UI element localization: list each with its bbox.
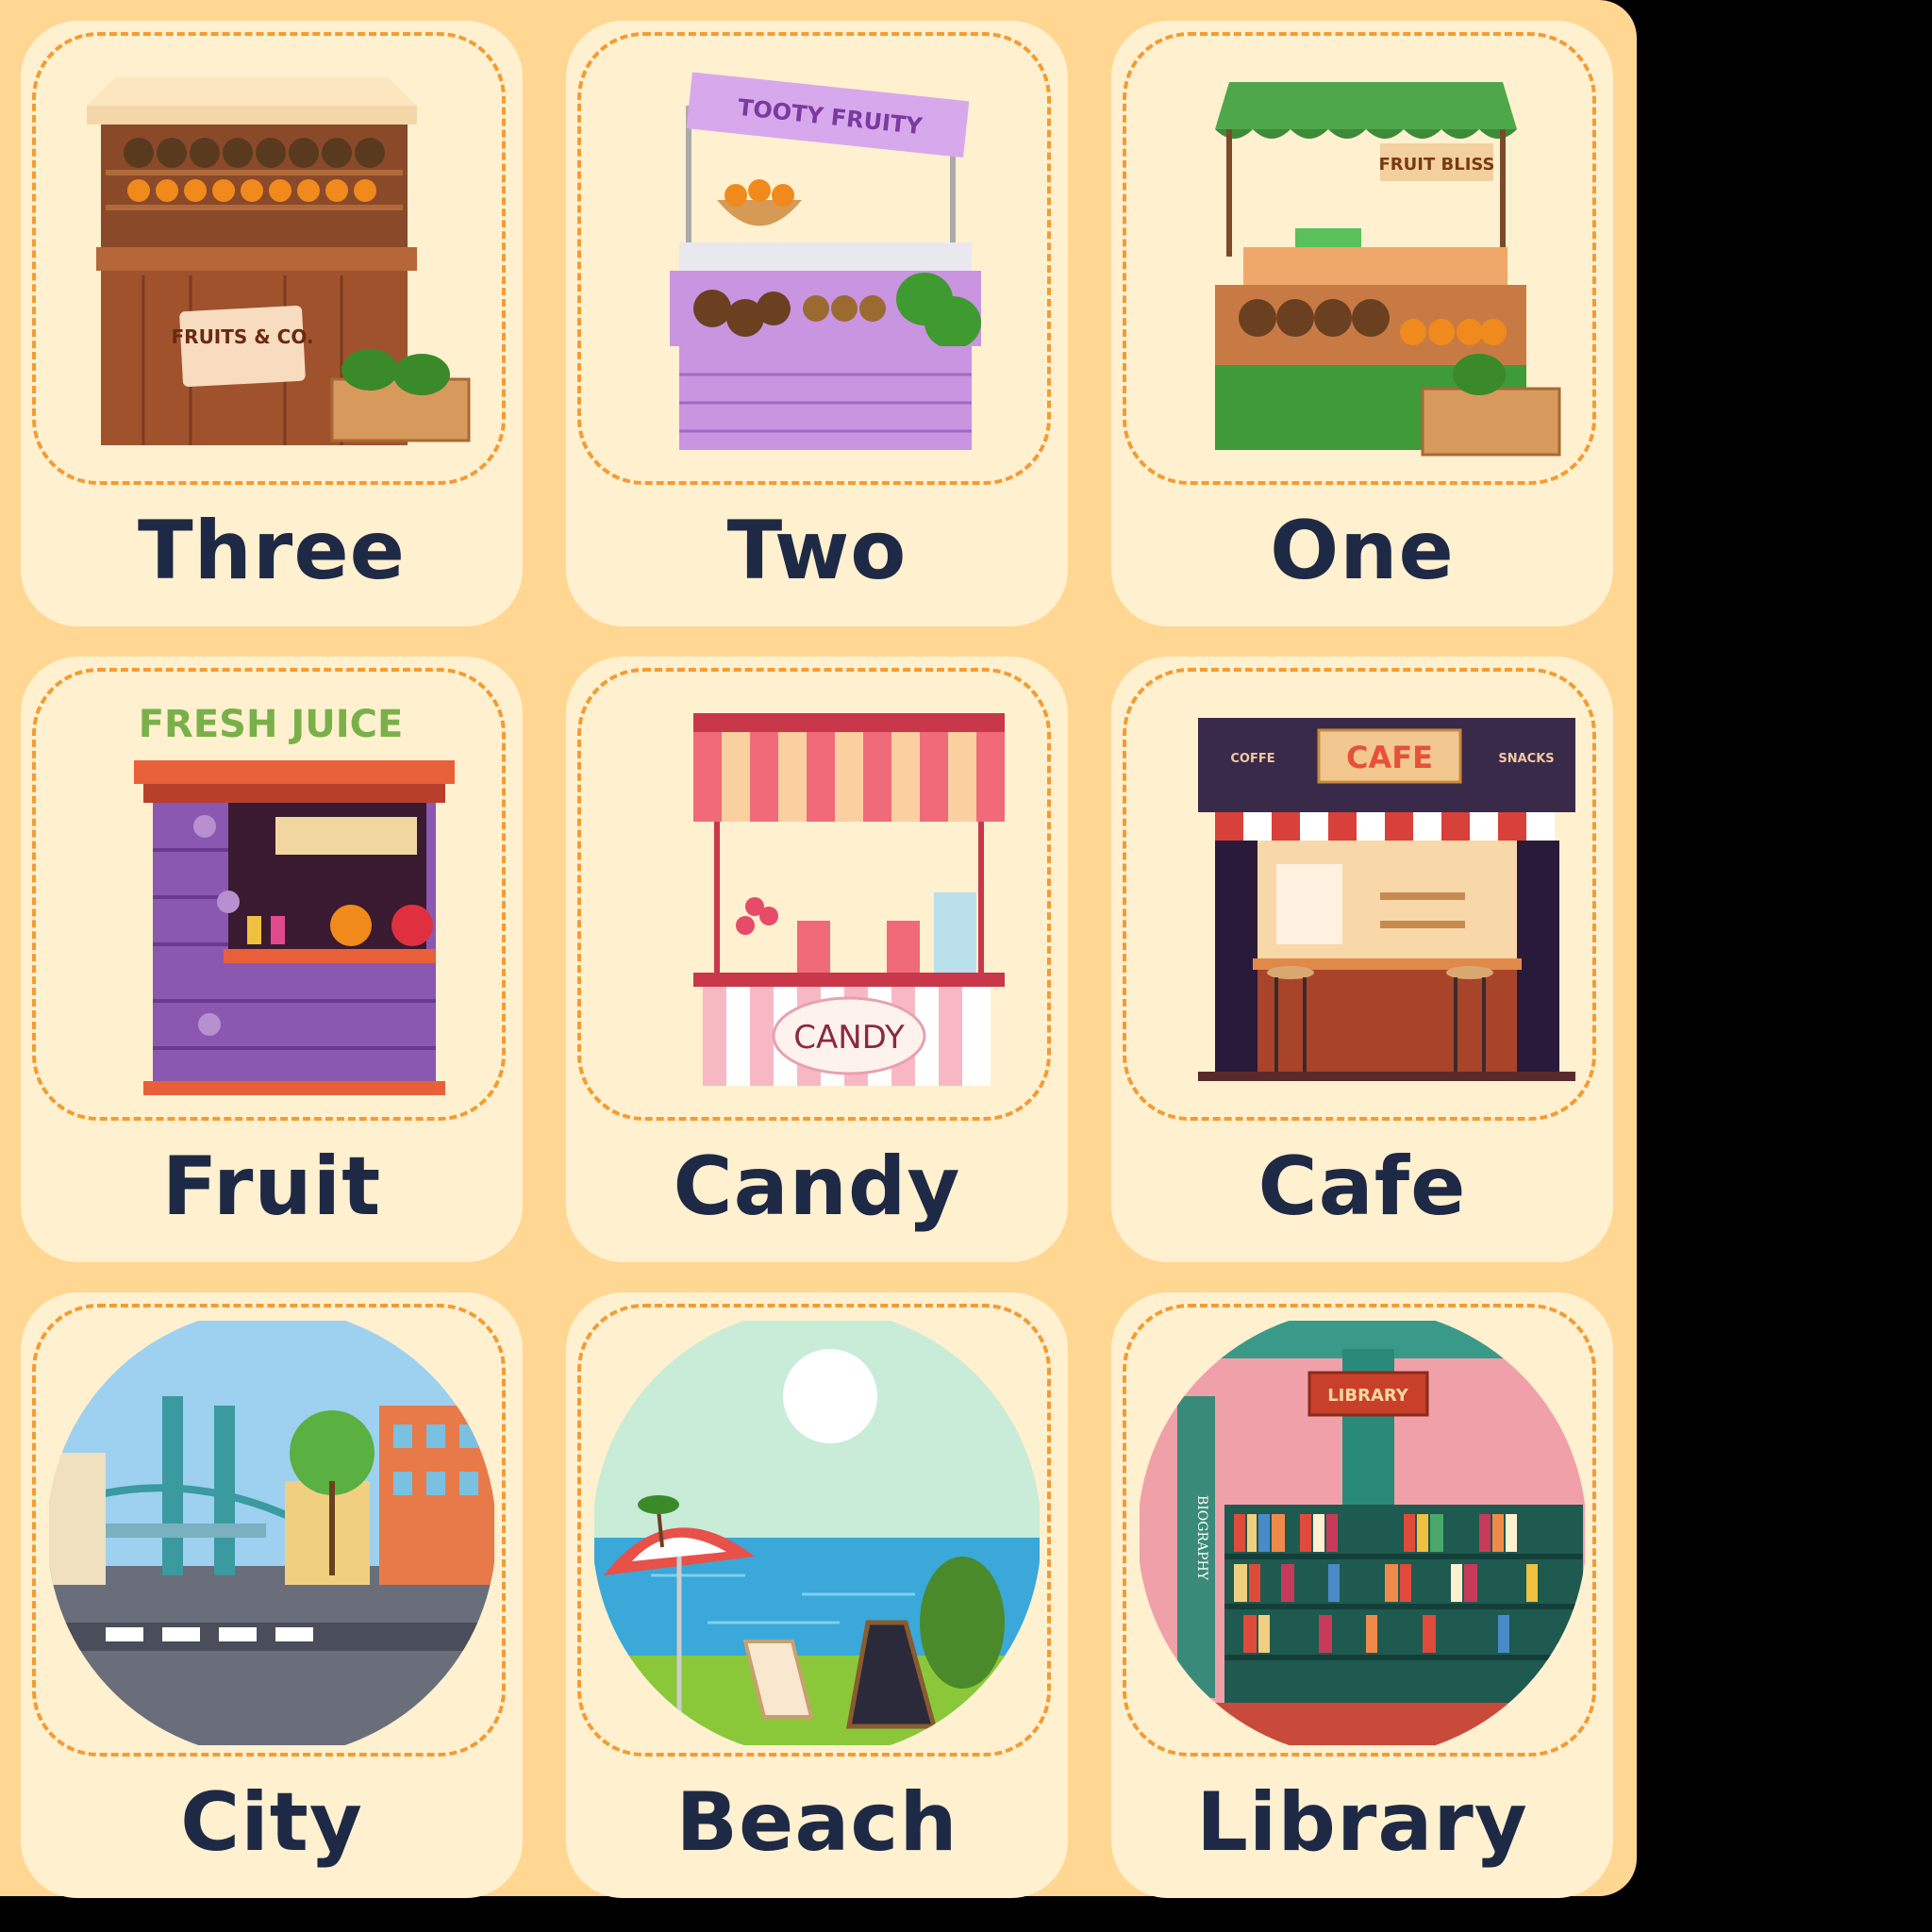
beach-scene-illustration — [594, 1321, 1040, 1745]
fruit-market-illustration: FRUIT BLISS — [1215, 82, 1561, 457]
fruit-stall-illustration: FRUITS & CO. — [87, 77, 471, 445]
card-city[interactable]: City — [21, 1292, 523, 1898]
card-label: Three — [138, 504, 406, 598]
card-label: Two — [726, 504, 908, 598]
library-sign: LIBRARY — [1327, 1386, 1409, 1406]
cafe-side-sign-left: COFFE — [1230, 752, 1274, 766]
card-one[interactable]: FRUIT BLISS One — [1111, 21, 1613, 626]
card-label: Candy — [673, 1140, 961, 1234]
cafe-side-sign-right: SNACKS — [1498, 752, 1554, 766]
card-label: Beach — [675, 1775, 958, 1870]
card-two[interactable]: TOOTY FRUITY Two — [566, 21, 1068, 626]
juice-kiosk-illustration: FRESH JUICE — [134, 703, 455, 1095]
card-three[interactable]: FRUITS & CO. Three — [21, 21, 523, 626]
fruit-stand-illustration: TOOTY FRUITY — [670, 72, 981, 450]
cafe-storefront-illustration: CAFE COFFE SNACKS — [1198, 718, 1575, 1081]
kiosk-title: FRESH JUICE — [139, 703, 404, 746]
city-scene-illustration — [49, 1321, 494, 1745]
card-cafe[interactable]: CAFE COFFE SNACKS Cafe — [1111, 657, 1613, 1262]
stand-sign: CANDY — [793, 1019, 905, 1057]
card-label: Cafe — [1257, 1140, 1467, 1234]
card-label: Fruit — [161, 1140, 382, 1234]
board: FRUITS & CO. Three TOOTY FRUITY Two FRUI… — [0, 0, 1637, 1898]
card-label: City — [180, 1775, 363, 1870]
stall-sign: FRUIT BLISS — [1378, 155, 1494, 175]
biography-label: BIOGRAPHY — [1194, 1495, 1209, 1581]
card-beach[interactable]: Beach — [566, 1292, 1068, 1898]
library-scene-illustration: LIBRARY BIOGRAPHY — [1140, 1321, 1585, 1745]
card-library[interactable]: LIBRARY BIOGRAPHY Library — [1111, 1292, 1613, 1898]
candy-stand-illustration: CANDY — [693, 713, 1005, 1086]
card-label: Library — [1196, 1775, 1528, 1870]
card-label: One — [1270, 504, 1455, 598]
cafe-sign: CAFE — [1346, 740, 1433, 775]
card-fruit[interactable]: FRESH JUICE Fruit — [21, 657, 523, 1262]
card-candy[interactable]: CANDY Candy — [566, 657, 1068, 1262]
stall-sign: FRUITS & CO. — [172, 325, 314, 348]
